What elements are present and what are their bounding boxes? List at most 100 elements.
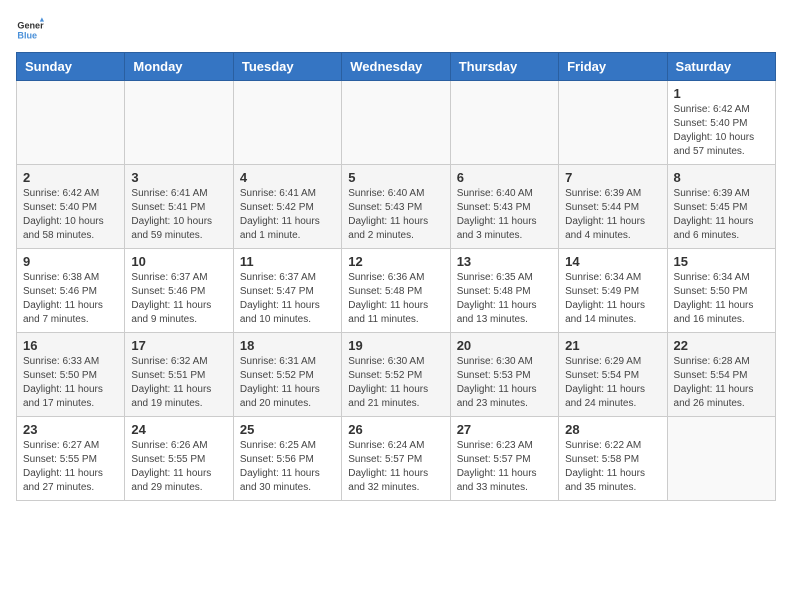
calendar-cell [125, 81, 233, 165]
calendar-cell [233, 81, 341, 165]
day-info: Sunrise: 6:37 AM Sunset: 5:47 PM Dayligh… [240, 271, 335, 327]
day-info: Sunrise: 6:30 AM Sunset: 5:52 PM Dayligh… [348, 355, 443, 411]
calendar-cell: 11Sunrise: 6:37 AM Sunset: 5:47 PM Dayli… [233, 249, 341, 333]
weekday-header: Sunday [17, 53, 125, 81]
logo-icon: General Blue [16, 16, 44, 44]
day-info: Sunrise: 6:42 AM Sunset: 5:40 PM Dayligh… [23, 187, 118, 243]
day-number: 17 [131, 338, 226, 353]
calendar-cell: 5 Sunrise: 6:40 AM Sunset: 5:43 PM Daylig… [342, 165, 450, 249]
calendar-cell [559, 81, 667, 165]
day-info: Sunrise: 6:24 AM Sunset: 5:57 PM Dayligh… [348, 439, 443, 495]
weekday-header: Friday [559, 53, 667, 81]
svg-text:Blue: Blue [17, 30, 37, 40]
day-number: 28 [565, 422, 660, 437]
weekday-header: Wednesday [342, 53, 450, 81]
calendar-header: SundayMondayTuesdayWednesdayThursdayFrid… [17, 53, 776, 81]
page-header: General Blue [16, 16, 776, 44]
calendar-cell: 23 Sunrise: 6:27 AM Sunset: 5:55 PM Dayli… [17, 417, 125, 501]
calendar-cell: 16 Sunrise: 6:33 AM Sunset: 5:50 PM Dayli… [17, 333, 125, 417]
day-info: Sunrise: 6:32 AM Sunset: 5:51 PM Dayligh… [131, 355, 226, 411]
day-info: Sunrise: 6:33 AM Sunset: 5:50 PM Dayligh… [23, 355, 118, 411]
day-number: 5 [348, 170, 443, 185]
calendar-cell: 15 Sunrise: 6:34 AM Sunset: 5:50 PM Dayli… [667, 249, 775, 333]
day-number: 16 [23, 338, 118, 353]
day-info: Sunrise: 6:40 AM Sunset: 5:43 PM Dayligh… [348, 187, 443, 243]
day-number: 21 [565, 338, 660, 353]
day-info: Sunrise: 6:34 AM Sunset: 5:49 PM Dayligh… [565, 271, 660, 327]
day-number: 20 [457, 338, 552, 353]
day-number: 1 [674, 86, 769, 101]
calendar-cell [667, 417, 775, 501]
day-number: 23 [23, 422, 118, 437]
calendar-cell: 8 Sunrise: 6:39 AM Sunset: 5:45 PM Daylig… [667, 165, 775, 249]
day-number: 25 [240, 422, 335, 437]
svg-text:General: General [17, 21, 44, 31]
day-number: 7 [565, 170, 660, 185]
weekday-header: Tuesday [233, 53, 341, 81]
calendar-cell: 21 Sunrise: 6:29 AM Sunset: 5:54 PM Dayli… [559, 333, 667, 417]
calendar-cell: 18 Sunrise: 6:31 AM Sunset: 5:52 PM Dayli… [233, 333, 341, 417]
day-number: 22 [674, 338, 769, 353]
day-info: Sunrise: 6:41 AM Sunset: 5:41 PM Dayligh… [131, 187, 226, 243]
day-number: 15 [674, 254, 769, 269]
day-number: 2 [23, 170, 118, 185]
calendar-cell: 17 Sunrise: 6:32 AM Sunset: 5:51 PM Dayli… [125, 333, 233, 417]
day-info: Sunrise: 6:26 AM Sunset: 5:55 PM Dayligh… [131, 439, 226, 495]
calendar-cell: 24 Sunrise: 6:26 AM Sunset: 5:55 PM Dayli… [125, 417, 233, 501]
day-info: Sunrise: 6:40 AM Sunset: 5:43 PM Dayligh… [457, 187, 552, 243]
day-info: Sunrise: 6:27 AM Sunset: 5:55 PM Dayligh… [23, 439, 118, 495]
day-info: Sunrise: 6:38 AM Sunset: 5:46 PM Dayligh… [23, 271, 118, 327]
weekday-header: Monday [125, 53, 233, 81]
day-number: 18 [240, 338, 335, 353]
day-number: 26 [348, 422, 443, 437]
calendar-cell: 12 Sunrise: 6:36 AM Sunset: 5:48 PM Dayli… [342, 249, 450, 333]
day-info: Sunrise: 6:29 AM Sunset: 5:54 PM Dayligh… [565, 355, 660, 411]
calendar-cell: 3 Sunrise: 6:41 AM Sunset: 5:41 PM Daylig… [125, 165, 233, 249]
day-number: 10 [131, 254, 226, 269]
day-number: 6 [457, 170, 552, 185]
day-number: 24 [131, 422, 226, 437]
calendar-cell [450, 81, 558, 165]
day-number: 14 [565, 254, 660, 269]
calendar-cell: 13 Sunrise: 6:35 AM Sunset: 5:48 PM Dayli… [450, 249, 558, 333]
calendar-cell: 28 Sunrise: 6:22 AM Sunset: 5:58 PM Dayli… [559, 417, 667, 501]
calendar-cell: 2 Sunrise: 6:42 AM Sunset: 5:40 PM Daylig… [17, 165, 125, 249]
day-info: Sunrise: 6:36 AM Sunset: 5:48 PM Dayligh… [348, 271, 443, 327]
day-number: 27 [457, 422, 552, 437]
day-info: Sunrise: 6:25 AM Sunset: 5:56 PM Dayligh… [240, 439, 335, 495]
day-info: Sunrise: 6:31 AM Sunset: 5:52 PM Dayligh… [240, 355, 335, 411]
day-info: Sunrise: 6:28 AM Sunset: 5:54 PM Dayligh… [674, 355, 769, 411]
calendar-cell: 6 Sunrise: 6:40 AM Sunset: 5:43 PM Daylig… [450, 165, 558, 249]
day-info: Sunrise: 6:22 AM Sunset: 5:58 PM Dayligh… [565, 439, 660, 495]
calendar-cell: 9 Sunrise: 6:38 AM Sunset: 5:46 PM Daylig… [17, 249, 125, 333]
calendar-body: 1 Sunrise: 6:42 AM Sunset: 5:40 PM Daylig… [17, 81, 776, 501]
calendar-cell: 14 Sunrise: 6:34 AM Sunset: 5:49 PM Dayli… [559, 249, 667, 333]
day-number: 19 [348, 338, 443, 353]
day-info: Sunrise: 6:23 AM Sunset: 5:57 PM Dayligh… [457, 439, 552, 495]
day-number: 8 [674, 170, 769, 185]
day-info: Sunrise: 6:30 AM Sunset: 5:53 PM Dayligh… [457, 355, 552, 411]
day-info: Sunrise: 6:37 AM Sunset: 5:46 PM Dayligh… [131, 271, 226, 327]
calendar-cell [17, 81, 125, 165]
calendar-cell: 10 Sunrise: 6:37 AM Sunset: 5:46 PM Dayli… [125, 249, 233, 333]
day-number: 3 [131, 170, 226, 185]
calendar-cell: 26 Sunrise: 6:24 AM Sunset: 5:57 PM Dayli… [342, 417, 450, 501]
day-info: Sunrise: 6:41 AM Sunset: 5:42 PM Dayligh… [240, 187, 335, 243]
day-info: Sunrise: 6:39 AM Sunset: 5:45 PM Dayligh… [674, 187, 769, 243]
day-info: Sunrise: 6:34 AM Sunset: 5:50 PM Dayligh… [674, 271, 769, 327]
day-number: 13 [457, 254, 552, 269]
calendar: SundayMondayTuesdayWednesdayThursdayFrid… [16, 52, 776, 501]
calendar-cell: 19 Sunrise: 6:30 AM Sunset: 5:52 PM Dayli… [342, 333, 450, 417]
calendar-cell: 7Sunrise: 6:39 AM Sunset: 5:44 PM Daylig… [559, 165, 667, 249]
weekday-header: Thursday [450, 53, 558, 81]
day-number: 12 [348, 254, 443, 269]
calendar-cell [342, 81, 450, 165]
day-info: Sunrise: 6:35 AM Sunset: 5:48 PM Dayligh… [457, 271, 552, 327]
calendar-cell: 27 Sunrise: 6:23 AM Sunset: 5:57 PM Dayli… [450, 417, 558, 501]
calendar-cell: 22 Sunrise: 6:28 AM Sunset: 5:54 PM Dayli… [667, 333, 775, 417]
calendar-cell: 4Sunrise: 6:41 AM Sunset: 5:42 PM Daylig… [233, 165, 341, 249]
day-info: Sunrise: 6:42 AM Sunset: 5:40 PM Dayligh… [674, 103, 769, 159]
logo: General Blue [16, 16, 48, 44]
day-number: 9 [23, 254, 118, 269]
calendar-cell: 20 Sunrise: 6:30 AM Sunset: 5:53 PM Dayli… [450, 333, 558, 417]
